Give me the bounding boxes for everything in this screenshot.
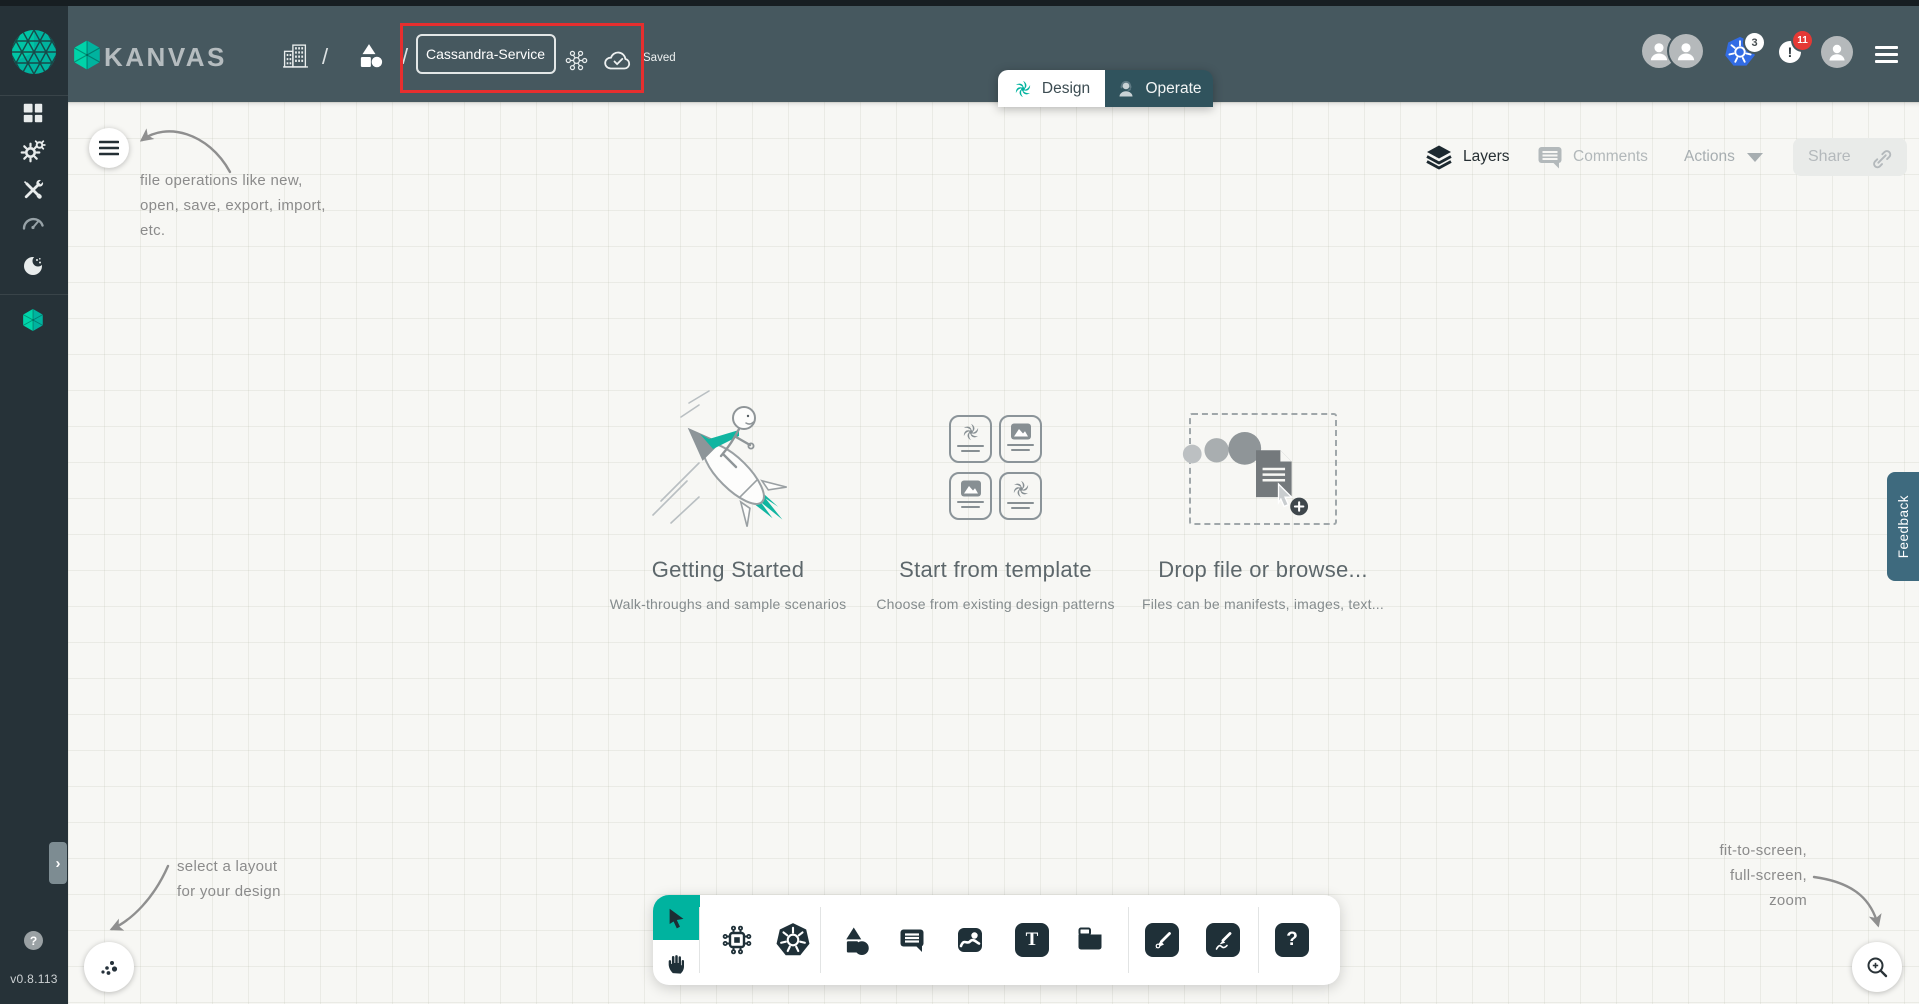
comments-button[interactable]: Comments [1536,138,1648,176]
design-canvas[interactable]: file operations like new, open, save, ex… [68,102,1919,1004]
tab-design[interactable]: Design [998,70,1105,107]
sidebar-divider [0,95,68,96]
brand-wordmark: KANVAS [104,42,227,72]
sidebar-item-dashboard[interactable] [19,99,47,127]
start-from-template-card[interactable]: Start from template Choose from existing… [858,383,1133,612]
save-status: Saved [643,52,676,64]
annotation-line: select a layout [177,858,278,875]
panel-title: Start from template [899,557,1092,582]
annotation-zoom-controls: fit-to-screen, full-screen, zoom [1719,838,1807,913]
breadcrumb-separator: / [402,44,409,69]
annotation-line: for your design [177,883,281,900]
annotation-line: file operations like new, [140,172,303,189]
layout-selector-button[interactable] [84,942,134,992]
template-thumb-design [949,415,992,463]
magnifier-plus-icon [1867,957,1888,978]
mode-tabs: Design Operate [998,70,1213,107]
actions-dropdown[interactable]: Actions [1684,138,1763,176]
comments-label: Comments [1573,148,1648,165]
zoom-button[interactable] [1852,942,1902,992]
sidebar-item-kanvas[interactable] [19,306,47,334]
feedback-label: Feedback [1895,494,1911,559]
pan-hand-tool[interactable] [653,940,700,985]
menu-hamburger-icon[interactable] [1875,46,1898,63]
drop-file-card[interactable]: Drop file or browse... Files can be mani… [1126,383,1400,612]
sidebar-item-extensions[interactable] [19,252,47,280]
sidebar-expand-chevron[interactable]: › [49,842,67,884]
template-thumb-image [949,472,992,520]
annotation-arrow [109,864,170,931]
design-toolbar: T ? [653,895,1340,985]
collaborator-avatar[interactable] [1669,34,1703,68]
actions-label: Actions [1684,148,1735,165]
tab-operate[interactable]: Operate [1105,70,1213,107]
sidebar-divider [0,294,68,295]
window-top-strip [0,0,1919,6]
annotation-line: zoom [1769,892,1807,909]
pen-tool[interactable] [1142,920,1182,960]
sidebar-item-configuration[interactable] [19,176,47,204]
comment-tool[interactable] [892,920,932,960]
cursor-tool[interactable] [653,895,700,940]
profile-avatar[interactable] [1821,36,1853,68]
annotation-line: fit-to-screen, [1719,842,1807,859]
file-menu-button[interactable] [89,128,129,168]
annotation-arrow [1812,875,1882,928]
service-mesh-icon[interactable] [564,48,589,78]
tab-operate-label: Operate [1145,79,1202,97]
organization-building-icon[interactable] [282,42,309,74]
text-tool[interactable]: T [1012,920,1052,960]
image-tool[interactable] [950,920,990,960]
getting-started-card[interactable]: Getting Started Walk-throughs and sample… [588,383,868,612]
left-navigation-sidebar: › ? v0.8.113 [0,6,68,1004]
pencil-tool[interactable] [1203,920,1243,960]
drop-file-illustration [1182,431,1309,516]
layers-label: Layers [1463,148,1510,165]
feedback-tab[interactable]: Feedback [1887,472,1919,581]
panel-subtitle: Choose from existing design patterns [876,596,1115,612]
kubernetes-tool[interactable] [773,920,813,960]
help-icon[interactable]: ? [24,931,43,950]
design-shapes-icon[interactable] [354,41,384,76]
app-header: KANVAS / / Cassandra-Service Saved Desig… [68,6,1919,107]
layers-button[interactable]: Layers [1424,138,1510,176]
template-thumb-image [999,415,1042,463]
panel-subtitle: Walk-throughs and sample scenarios [609,596,847,612]
rocket-doodle-illustration [588,383,868,545]
version-label: v0.8.113 [10,972,58,986]
drop-zone[interactable] [1182,413,1337,525]
breadcrumb-separator: / [322,44,329,69]
kanvas-logo-icon [70,37,104,78]
tab-design-label: Design [1041,79,1091,97]
link-icon [1873,150,1892,169]
sidebar-item-performance[interactable] [19,210,47,238]
file-name-input[interactable] [416,34,556,74]
panel-title: Getting Started [651,557,805,582]
share-button[interactable]: Share [1793,138,1907,176]
kubernetes-context-count-badge[interactable]: 3 [1745,33,1764,52]
layer5-logo[interactable] [8,26,60,83]
template-thumb-design [999,472,1042,520]
help-tool-glyph: ? [1286,929,1298,950]
help-tool[interactable]: ? [1272,920,1312,960]
annotation-line: etc. [140,222,166,239]
integration-chip-tool[interactable] [717,920,757,960]
text-tool-glyph: T [1025,929,1039,950]
shapes-tool[interactable] [835,920,875,960]
template-thumbnails [949,415,1042,520]
annotation-file-operations: file operations like new, open, save, ex… [140,168,326,243]
share-label: Share [1808,148,1851,165]
chevron-down-icon [1746,152,1763,162]
annotation-select-layout: select a layout for your design [177,854,281,904]
annotation-line: full-screen, [1730,867,1807,884]
sidebar-item-lifecycle[interactable] [19,137,47,165]
annotation-line: open, save, export, import, [140,197,326,214]
notification-count-badge[interactable]: 11 [1793,31,1812,50]
cloud-saved-icon[interactable] [602,48,634,78]
panel-title: Drop file or browse... [1158,557,1368,582]
section-tool[interactable] [1070,920,1110,960]
panel-subtitle: Files can be manifests, images, text... [1141,596,1384,612]
